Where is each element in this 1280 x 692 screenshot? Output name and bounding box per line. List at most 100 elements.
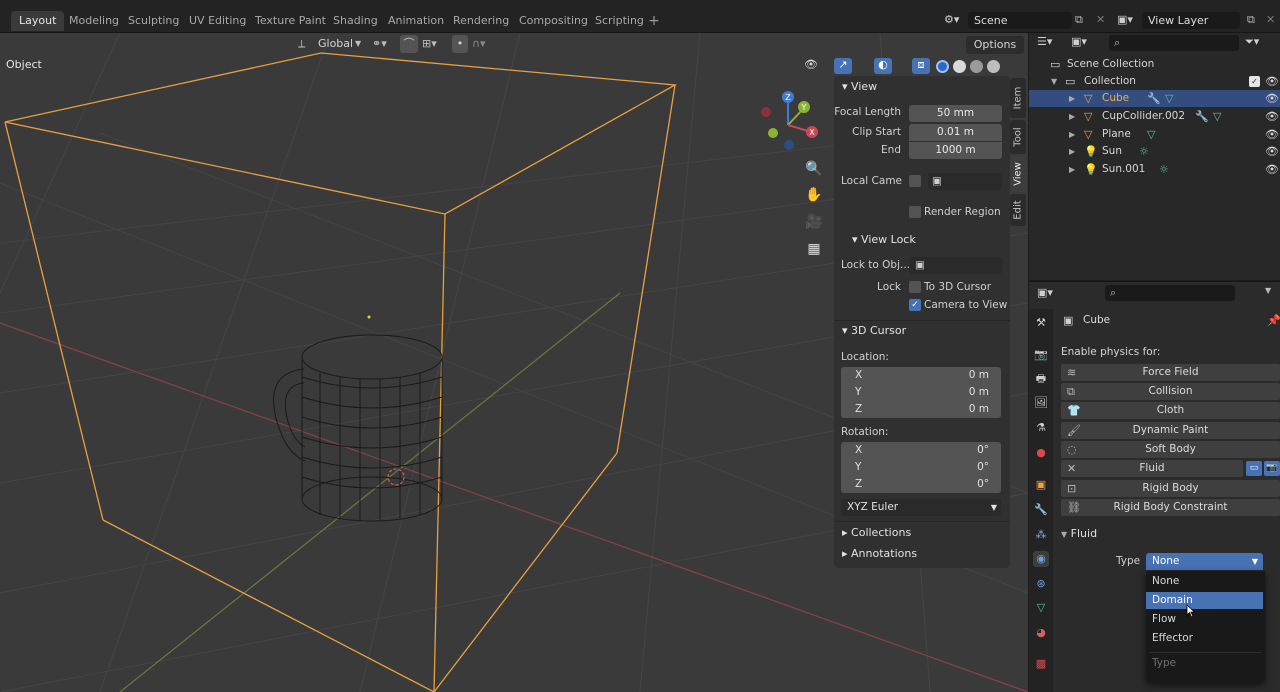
list-item[interactable]: ▶ ▽ Plane ▽ 👁	[1029, 126, 1280, 143]
mesh-data-tab-icon[interactable]: ▽	[1033, 600, 1049, 616]
filter-funnel-icon[interactable]: ⏷▾	[1245, 35, 1259, 49]
xray-toggle-icon[interactable]: ⧈	[912, 58, 930, 74]
snap-target-icon[interactable]: ⊞▾	[422, 35, 446, 53]
close-icon[interactable]: ✕	[1096, 12, 1114, 28]
location-x-field[interactable]: X0 m	[841, 367, 1001, 384]
tab-tool[interactable]: Tool	[1010, 120, 1026, 154]
transform-orientation-icon[interactable]: ⟂	[298, 35, 314, 53]
rendered-shading-icon[interactable]	[987, 60, 1000, 73]
menu-item-none[interactable]: None	[1146, 573, 1263, 590]
eye-icon[interactable]: 👁	[1265, 90, 1279, 107]
mesh-data-icon[interactable]: ▽	[1213, 108, 1221, 125]
grid-ortho-icon[interactable]: ▦	[804, 239, 824, 259]
render-region-checkbox[interactable]	[909, 206, 921, 218]
scene-tab-icon[interactable]: ⚗	[1033, 420, 1049, 436]
tab-texture-paint[interactable]: Texture Paint	[247, 11, 334, 31]
lock-to-object-field[interactable]: ▣	[909, 257, 1002, 274]
location-y-field[interactable]: Y0 m	[841, 384, 1001, 401]
expand-triangle-icon[interactable]: ▶	[1069, 161, 1075, 178]
pan-hand-icon[interactable]: ✋	[804, 185, 824, 205]
world-tab-icon[interactable]: ●	[1033, 445, 1049, 461]
tab-sculpting[interactable]: Sculpting	[120, 11, 187, 31]
rigid-body-constraint-button[interactable]: ⛓ Rigid Body Constraint	[1061, 499, 1280, 516]
3d-cursor-section-header[interactable]: ▾ 3D Cursor	[842, 322, 906, 340]
pivot-icon[interactable]: ⚭▾	[372, 35, 394, 53]
list-item[interactable]: ▼ ▭ Collection ✓ 👁	[1029, 73, 1280, 90]
eye-icon[interactable]: 👁	[1265, 143, 1279, 160]
lock-to-3d-cursor-checkbox[interactable]	[909, 281, 921, 293]
fluid-button[interactable]: ✕ Fluid	[1061, 460, 1243, 477]
tab-modeling[interactable]: Modeling	[61, 11, 127, 31]
view-layer-icon[interactable]: ▣▾	[1117, 12, 1135, 28]
expand-triangle-icon[interactable]: ▶	[1069, 126, 1075, 143]
chevron-down-icon[interactable]: ▼	[355, 35, 365, 53]
constraints-tab-icon[interactable]: ⊛	[1033, 576, 1049, 592]
collections-section-header[interactable]: ▸ Collections	[842, 524, 911, 542]
eye-icon[interactable]: 👁	[1265, 161, 1279, 178]
light-data-icon[interactable]: ☼	[1139, 143, 1149, 160]
new-scene-icon[interactable]: ⧉	[1075, 12, 1093, 28]
collision-button[interactable]: ⧉ Collision	[1061, 383, 1280, 400]
tab-layout[interactable]: Layout	[11, 11, 65, 31]
list-item[interactable]: ▶ 💡 Sun ☼ 👁	[1029, 143, 1280, 160]
rigid-body-button[interactable]: ⊡ Rigid Body	[1061, 480, 1280, 497]
falloff-icon[interactable]: ∩▾	[472, 35, 494, 53]
texture-tab-icon[interactable]: ▩	[1033, 656, 1049, 672]
tab-uv-editing[interactable]: UV Editing	[181, 11, 254, 31]
fluid-section-header[interactable]: ▼ Fluid	[1061, 527, 1097, 540]
annotations-section-header[interactable]: ▸ Annotations	[842, 545, 917, 563]
mesh-data-icon[interactable]: ▽	[1165, 90, 1173, 107]
object-mode-label[interactable]: Object	[6, 58, 42, 71]
cloth-button[interactable]: 👕 Cloth	[1061, 402, 1280, 419]
scene-icon[interactable]: ⚙▾	[944, 12, 962, 28]
overlay-toggle-icon[interactable]: ◐	[874, 58, 892, 74]
clip-end-field[interactable]: 1000 m	[909, 142, 1002, 159]
tab-animation[interactable]: Animation	[380, 11, 452, 31]
visibility-icon[interactable]: 👁	[802, 58, 820, 74]
expand-triangle-icon[interactable]: ▼	[1051, 73, 1057, 90]
local-camera-checkbox[interactable]	[909, 175, 921, 187]
fluid-viewport-toggle-icon[interactable]: ▭	[1246, 461, 1262, 476]
wrench-icon[interactable]: 🔧	[1195, 108, 1209, 125]
tab-edit[interactable]: Edit	[1010, 194, 1026, 226]
list-item[interactable]: ▶ ▽ CupCollider.002 🔧 ▽ 👁	[1029, 108, 1280, 125]
list-item[interactable]: ▶ 💡 Sun.001 ☼ 👁	[1029, 161, 1280, 178]
wrench-icon[interactable]: 🔧	[1147, 90, 1161, 107]
list-item[interactable]: ▶ ▽ Cube 🔧 ▽ 👁	[1029, 90, 1280, 107]
tab-compositing[interactable]: Compositing	[511, 11, 596, 31]
tab-item[interactable]: Item	[1010, 78, 1026, 118]
rotation-y-field[interactable]: Y 0°	[841, 459, 1001, 476]
tab-scripting[interactable]: Scripting	[587, 11, 652, 31]
wireframe-shading-icon[interactable]	[936, 60, 949, 73]
fluid-render-toggle-icon[interactable]: 📷	[1264, 461, 1280, 476]
tab-shading[interactable]: Shading	[325, 11, 386, 31]
outliner-display-mode-icon[interactable]: ☰▾	[1037, 35, 1052, 48]
list-item[interactable]: ▭ Scene Collection	[1029, 56, 1280, 73]
output-tab-icon[interactable]: 🖶	[1033, 371, 1049, 387]
menu-item-domain[interactable]: Domain	[1146, 592, 1263, 609]
render-tab-icon[interactable]: 📷	[1033, 347, 1049, 363]
tab-rendering[interactable]: Rendering	[445, 11, 517, 31]
mesh-data-icon[interactable]: ▽	[1147, 126, 1155, 143]
eye-icon[interactable]: 👁	[1265, 108, 1279, 125]
view-layer-field[interactable]: View Layer	[1142, 12, 1240, 29]
add-workspace-button[interactable]: +	[646, 11, 662, 31]
include-checkbox[interactable]: ✓	[1249, 76, 1260, 87]
fluid-type-dropdown[interactable]: None ▼	[1146, 553, 1263, 570]
focal-length-field[interactable]: 50 mm	[909, 105, 1002, 122]
properties-search-input[interactable]: ⌕	[1105, 285, 1235, 301]
physics-tab-icon[interactable]: ◉	[1033, 551, 1049, 567]
outliner-filter-icon[interactable]: ▣▾	[1071, 35, 1087, 48]
new-view-layer-icon[interactable]: ⧉	[1247, 12, 1265, 28]
zoom-icon[interactable]: 🔍	[804, 159, 824, 179]
eye-icon[interactable]: 👁	[1265, 73, 1279, 90]
view-layer-tab-icon[interactable]: 🖼	[1033, 395, 1049, 411]
navigation-gizmo[interactable]: Z Y X	[757, 89, 827, 155]
view-section-header[interactable]: ▾ View	[842, 78, 877, 96]
options-button[interactable]: Options	[966, 36, 1024, 54]
solid-shading-icon[interactable]	[953, 60, 966, 73]
rotation-x-field[interactable]: X 0°	[841, 442, 1001, 459]
gizmo-toggle-icon[interactable]: ↗	[834, 58, 852, 74]
close-icon[interactable]: ✕	[1266, 12, 1280, 28]
menu-item-effector[interactable]: Effector	[1146, 630, 1263, 647]
